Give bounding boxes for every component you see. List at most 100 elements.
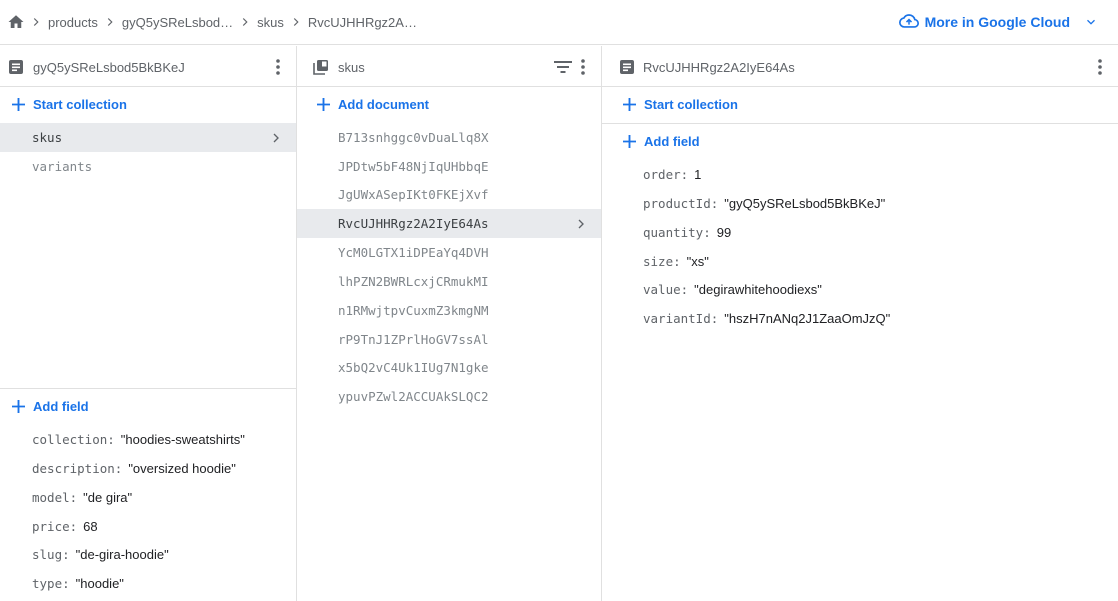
field-value: "hoodie" bbox=[75, 576, 124, 591]
home-icon[interactable] bbox=[6, 12, 26, 32]
breadcrumb-sku-doc[interactable]: RvcUJHHRgz2A… bbox=[306, 15, 419, 30]
chevron-right-icon bbox=[573, 216, 589, 232]
start-collection-button[interactable]: Start collection bbox=[11, 97, 127, 112]
more-vert-icon[interactable] bbox=[270, 57, 286, 77]
document-item[interactable]: lhPZN2BWRLcxjCRmukMI bbox=[297, 267, 601, 296]
field-key: slug: bbox=[32, 547, 70, 562]
collection-item-skus[interactable]: skus bbox=[0, 123, 296, 152]
chevron-right-icon bbox=[235, 12, 255, 32]
field-key: variantId: bbox=[643, 311, 719, 326]
collection-item-variants[interactable]: variants bbox=[0, 152, 296, 181]
add-document-button[interactable]: Add document bbox=[316, 97, 429, 112]
field-row[interactable]: slug: "de-gira-hoodie" bbox=[32, 547, 169, 562]
plus-icon bbox=[622, 135, 636, 149]
field-key: collection: bbox=[32, 432, 115, 447]
field-row[interactable]: variantId: "hszH7nANq2J1ZaaOmJzQ" bbox=[643, 311, 890, 326]
document-panel-product: gyQ5ySReLsbod5BkBKeJ Start collection sk… bbox=[0, 46, 297, 601]
field-value: 68 bbox=[83, 519, 98, 534]
panel-header: gyQ5ySReLsbod5BkBKeJ bbox=[0, 46, 296, 87]
more-in-google-cloud-label: More in Google Cloud bbox=[924, 13, 1070, 30]
document-id: n1RMwjtpvCuxmZ3kmgNM bbox=[338, 303, 489, 318]
document-item[interactable]: JgUWxASepIKt0FKEjXvf bbox=[297, 180, 601, 209]
panel-title: skus bbox=[338, 60, 365, 75]
more-vert-icon[interactable] bbox=[1092, 57, 1108, 77]
plus-icon bbox=[11, 400, 25, 414]
field-value: "hoodies-sweatshirts" bbox=[120, 432, 245, 447]
more-in-google-cloud-button[interactable]: More in Google Cloud bbox=[898, 12, 1098, 31]
field-row[interactable]: size: "xs" bbox=[643, 254, 709, 269]
more-vert-icon[interactable] bbox=[575, 57, 591, 77]
start-collection-button[interactable]: Start collection bbox=[622, 97, 738, 112]
plus-icon bbox=[622, 98, 636, 112]
field-key: value: bbox=[643, 282, 689, 297]
document-icon bbox=[619, 59, 635, 75]
document-id: JPDtw5bF48NjIqUHbbqE bbox=[338, 159, 489, 174]
collection-label: variants bbox=[32, 159, 93, 174]
field-row[interactable]: model: "de gira" bbox=[32, 490, 132, 505]
filter-icon[interactable] bbox=[553, 58, 573, 76]
add-field-button[interactable]: Add field bbox=[622, 134, 700, 149]
field-value: "degirawhitehoodiexs" bbox=[694, 282, 822, 297]
chevron-right-icon bbox=[26, 12, 46, 32]
field-value: "oversized hoodie" bbox=[128, 461, 236, 476]
chevron-down-icon bbox=[1084, 15, 1098, 29]
document-id: YcM0LGTX1iDPEaYq4DVH bbox=[338, 245, 489, 260]
document-item-selected[interactable]: RvcUJHHRgz2A2IyE64As bbox=[297, 209, 601, 238]
document-icon bbox=[8, 59, 24, 75]
plus-icon bbox=[316, 98, 330, 112]
add-field-label: Add field bbox=[644, 134, 700, 149]
document-id: RvcUJHHRgz2A2IyE64As bbox=[338, 216, 489, 231]
field-row[interactable]: price: 68 bbox=[32, 519, 98, 534]
breadcrumb: products gyQ5ySReLsbod… skus RvcUJHHRgz2… bbox=[6, 12, 419, 32]
start-collection-label: Start collection bbox=[644, 97, 738, 112]
breadcrumb-products[interactable]: products bbox=[46, 15, 100, 30]
field-row[interactable]: value: "degirawhitehoodiexs" bbox=[643, 282, 822, 297]
divider bbox=[602, 123, 1118, 124]
field-row[interactable]: description: "oversized hoodie" bbox=[32, 461, 236, 476]
field-row[interactable]: type: "hoodie" bbox=[32, 576, 124, 591]
panel-title: gyQ5ySReLsbod5BkBKeJ bbox=[33, 60, 185, 75]
document-id: B713snhggc0vDuaLlq8X bbox=[338, 130, 489, 145]
document-item[interactable]: YcM0LGTX1iDPEaYq4DVH bbox=[297, 238, 601, 267]
field-value: "gyQ5ySReLsbod5BkBKeJ" bbox=[724, 196, 886, 211]
add-field-button[interactable]: Add field bbox=[11, 399, 89, 414]
chevron-right-icon bbox=[286, 12, 306, 32]
field-key: quantity: bbox=[643, 225, 711, 240]
cloud-icon bbox=[898, 12, 919, 31]
field-value: "de-gira-hoodie" bbox=[75, 547, 169, 562]
field-row[interactable]: productId: "gyQ5ySReLsbod5BkBKeJ" bbox=[643, 196, 885, 211]
document-id: JgUWxASepIKt0FKEjXvf bbox=[338, 187, 489, 202]
panel-header: RvcUJHHRgz2A2IyE64As bbox=[602, 46, 1118, 87]
field-key: price: bbox=[32, 519, 78, 534]
plus-icon bbox=[11, 98, 25, 112]
collection-panel-skus: skus Add document B713snhggc0vDuaLlq8X J… bbox=[297, 46, 602, 601]
document-item[interactable]: JPDtw5bF48NjIqUHbbqE bbox=[297, 152, 601, 181]
document-item[interactable]: rP9TnJ1ZPrlHoGV7ssAl bbox=[297, 325, 601, 354]
document-id: ypuvPZwl2ACCUAkSLQC2 bbox=[338, 389, 489, 404]
document-item[interactable]: n1RMwjtpvCuxmZ3kmgNM bbox=[297, 296, 601, 325]
field-row[interactable]: quantity: 99 bbox=[643, 225, 731, 240]
field-value: 1 bbox=[694, 167, 702, 182]
field-key: model: bbox=[32, 490, 78, 505]
document-panel-sku: RvcUJHHRgz2A2IyE64As Start collection Ad… bbox=[602, 46, 1118, 601]
document-item[interactable]: x5bQ2vC4Uk1IUg7N1gke bbox=[297, 353, 601, 382]
start-collection-label: Start collection bbox=[33, 97, 127, 112]
field-row[interactable]: order: 1 bbox=[643, 167, 701, 182]
field-key: productId: bbox=[643, 196, 719, 211]
panel-title: RvcUJHHRgz2A2IyE64As bbox=[643, 60, 795, 75]
field-row[interactable]: collection: "hoodies-sweatshirts" bbox=[32, 432, 245, 447]
breadcrumb-product-doc[interactable]: gyQ5ySReLsbod… bbox=[120, 15, 235, 30]
top-bar: products gyQ5ySReLsbod… skus RvcUJHHRgz2… bbox=[0, 0, 1118, 45]
document-id: x5bQ2vC4Uk1IUg7N1gke bbox=[338, 360, 489, 375]
document-item[interactable]: B713snhggc0vDuaLlq8X bbox=[297, 123, 601, 152]
field-value: "hszH7nANq2J1ZaaOmJzQ" bbox=[724, 311, 891, 326]
panel-header: skus bbox=[297, 46, 601, 87]
collection-label: skus bbox=[32, 130, 63, 145]
add-document-label: Add document bbox=[338, 97, 429, 112]
chevron-right-icon bbox=[268, 130, 284, 146]
breadcrumb-skus[interactable]: skus bbox=[255, 15, 286, 30]
field-value: "de gira" bbox=[83, 490, 133, 505]
add-field-label: Add field bbox=[33, 399, 89, 414]
chevron-right-icon bbox=[100, 12, 120, 32]
document-item[interactable]: ypuvPZwl2ACCUAkSLQC2 bbox=[297, 382, 601, 411]
